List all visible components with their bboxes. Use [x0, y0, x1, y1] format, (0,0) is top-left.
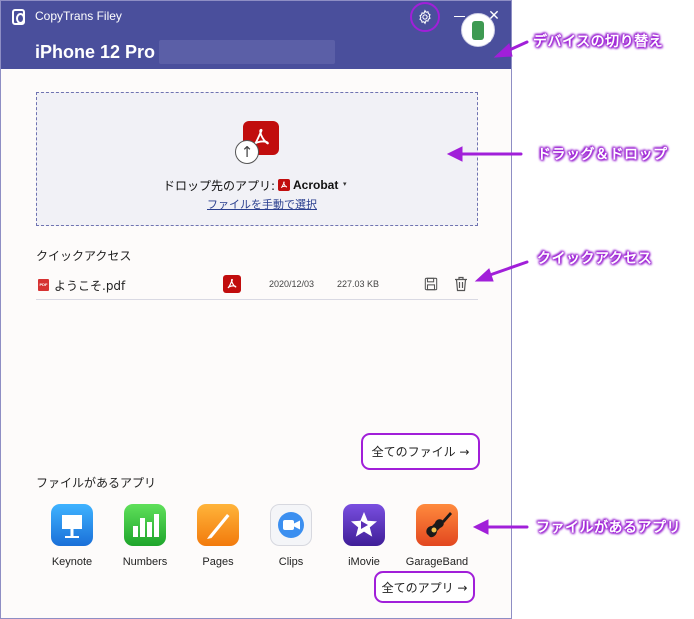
select-file-manually-link[interactable]: ファイルを手動で選択 [207, 196, 317, 212]
acrobat-small-icon [278, 179, 290, 191]
apps-section-title: ファイルがあるアプリ [36, 476, 157, 490]
save-icon[interactable] [424, 277, 438, 291]
app-title: CopyTrans Filey [35, 9, 122, 23]
keynote-icon [51, 504, 93, 546]
settings-button[interactable] [410, 2, 440, 32]
app-pages[interactable]: Pages [185, 504, 251, 574]
copytrans-logo-icon [12, 9, 25, 25]
title-bar: CopyTrans Filey ✕ [1, 1, 511, 33]
file-size: 227.03 KB [337, 279, 380, 289]
imovie-icon [343, 504, 385, 546]
target-app-dropdown[interactable]: Acrobat [293, 178, 338, 192]
drop-zone[interactable]: ↑ ドロップ先のアプリ: Acrobat ▾ ファイルを手動で選択 [36, 92, 478, 226]
annotation-drag-drop: ドラッグ＆ドロップ [537, 147, 668, 163]
file-date: 2020/12/03 [269, 279, 315, 289]
drop-target-label: ドロップ先のアプリ: [163, 179, 276, 193]
numbers-icon [124, 504, 166, 546]
annotation-device-switch: デバイスの切り替え [533, 34, 664, 50]
all-apps-button[interactable]: 全てのアプリ → [374, 571, 475, 603]
annotation-apps-with-files: ファイルがあるアプリ [536, 520, 681, 536]
pdf-file-icon: PDF [38, 279, 49, 291]
all-files-button[interactable]: 全てのファイル → [361, 433, 480, 470]
phone-battery-icon [472, 21, 491, 42]
app-keynote[interactable]: Keynote [39, 504, 105, 574]
app-clips[interactable]: Clips [258, 504, 324, 574]
garageband-icon [416, 504, 458, 546]
app-garageband[interactable]: GarageBand [404, 504, 470, 574]
file-name[interactable]: ようこそ.pdf [54, 277, 125, 294]
app-numbers[interactable]: Numbers [112, 504, 178, 574]
upload-arrow-icon: ↑ [235, 140, 259, 164]
acrobat-app-icon [223, 275, 241, 293]
gear-icon [419, 9, 431, 25]
file-row[interactable]: PDF ようこそ.pdf 2020/12/03 227.03 KB [36, 269, 478, 300]
app-label: GarageBand [405, 556, 469, 568]
device-name: iPhone 12 Pro [35, 42, 156, 62]
device-name-redaction [159, 40, 335, 64]
app-imovie[interactable]: iMovie [331, 504, 397, 574]
device-switch-button[interactable] [461, 13, 495, 47]
pages-icon [197, 504, 239, 546]
device-bar: iPhone 12 Pro [1, 33, 511, 69]
trash-icon[interactable] [454, 276, 468, 292]
quick-access-title: クイックアクセス [36, 249, 132, 263]
clips-icon [270, 504, 312, 546]
app-window: CopyTrans Filey ✕ iPhone 12 Pro ↑ ドロップ先の… [0, 0, 512, 619]
annotation-quick-access: クイックアクセス [537, 251, 653, 267]
chevron-down-icon[interactable]: ▾ [343, 180, 347, 188]
